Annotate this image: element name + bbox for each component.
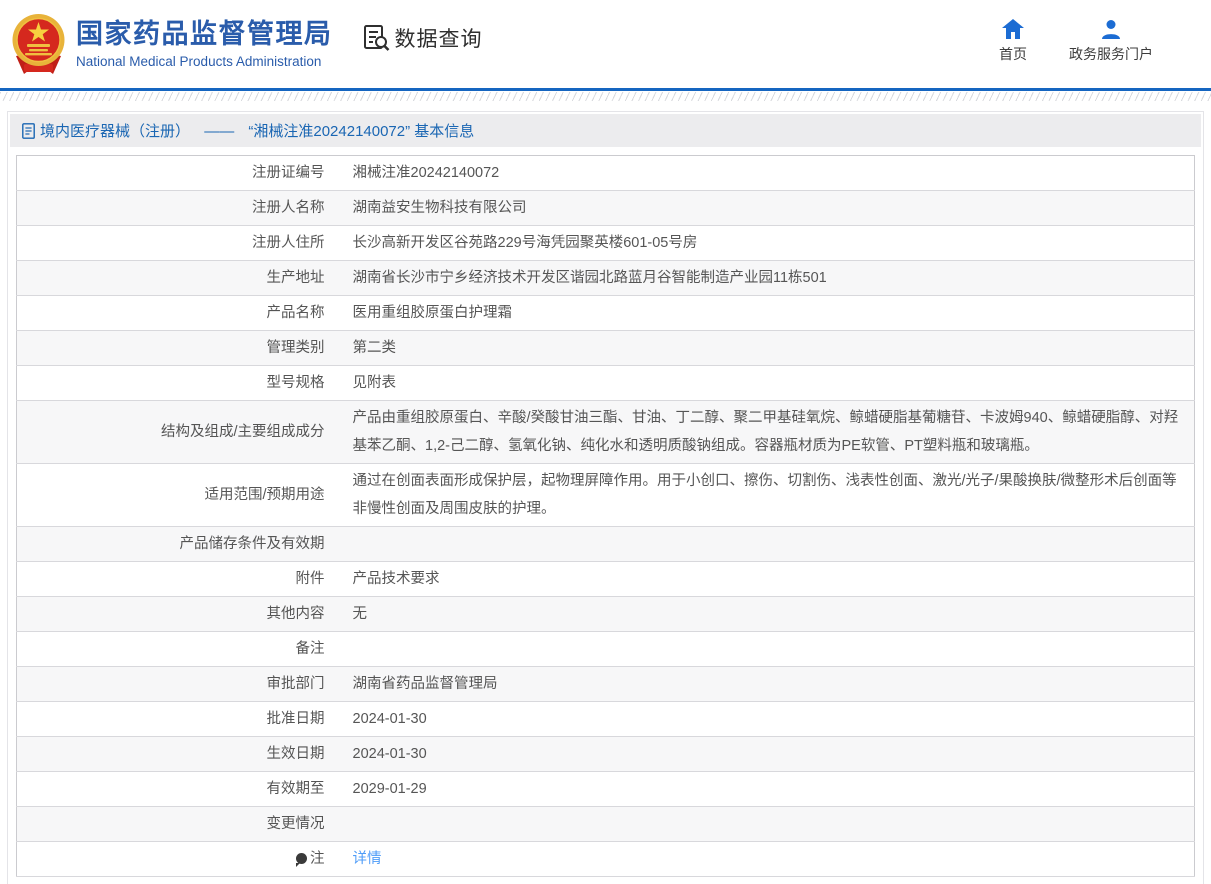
table-row: 变更情况: [16, 806, 1195, 842]
table-row: 批准日期 2024-01-30: [16, 702, 1195, 737]
page-header: 国家药品监督管理局 National Medical Products Admi…: [0, 0, 1211, 88]
table-row: 生效日期 2024-01-30: [16, 736, 1195, 772]
registration-info-table: 注册证编号 湘械注准20242140072 注册人名称 湖南益安生物科技有限公司…: [16, 155, 1195, 877]
main-container: 境内医疗器械（注册） —— “湘械注准20242140072” 基本信息 注册证…: [7, 111, 1204, 884]
row-label: 适用范围/预期用途: [204, 487, 325, 503]
row-value: 医用重组胶原蛋白护理霜: [352, 305, 513, 321]
org-title-block: 国家药品监督管理局 National Medical Products Admi…: [76, 19, 333, 68]
table-row: 注 详情: [16, 842, 1195, 877]
file-icon: [22, 122, 35, 139]
nav-item-home[interactable]: 首页: [999, 18, 1027, 64]
person-icon: [1102, 19, 1120, 39]
row-label: 结构及组成/主要组成成分: [160, 424, 325, 440]
breadcrumb-text: 境内医疗器械（注册） —— “湘械注准20242140072” 基本信息: [40, 120, 474, 141]
header-divider-line: [0, 88, 1211, 91]
row-value: 通过在创面表面形成保护层，起物理屏障作用。用于小创口、擦伤、切割伤、浅表性创面、…: [352, 473, 1177, 517]
table-row: 适用范围/预期用途 通过在创面表面形成保护层，起物理屏障作用。用于小创口、擦伤、…: [16, 464, 1195, 527]
row-value: 第二类: [352, 340, 397, 356]
row-label: 变更情况: [266, 816, 325, 832]
table-row: 产品名称 医用重组胶原蛋白护理霜: [16, 296, 1195, 331]
row-label: 审批部门: [266, 676, 325, 692]
row-label: 生产地址: [266, 270, 325, 286]
table-row: 附件 产品技术要求: [16, 562, 1195, 597]
row-label: 生效日期: [266, 746, 325, 762]
row-value: 产品技术要求: [352, 571, 440, 587]
site-title: 数据查询: [394, 28, 483, 51]
org-name-en: National Medical Products Administration: [76, 53, 322, 69]
table-row: 产品储存条件及有效期: [16, 526, 1195, 562]
table-row: 管理类别 第二类: [16, 330, 1195, 366]
site-section: 数据查询: [361, 23, 483, 53]
nav-item-portal[interactable]: 政务服务门户: [1069, 19, 1153, 64]
row-value: 湘械注准20242140072: [352, 165, 500, 181]
row-label: 产品名称: [266, 305, 325, 321]
row-value: 2029-01-29: [352, 781, 427, 797]
breadcrumb-separator: ——: [204, 123, 235, 140]
row-value: 无: [352, 606, 368, 622]
row-value: 湖南省药品监督管理局: [352, 676, 498, 692]
row-label: 批准日期: [266, 711, 325, 727]
registration-table-body: 注册证编号 湘械注准20242140072 注册人名称 湖南益安生物科技有限公司…: [16, 156, 1195, 877]
table-row: 其他内容 无: [16, 596, 1195, 632]
row-value: 产品由重组胶原蛋白、辛酸/癸酸甘油三酯、甘油、丁二醇、聚二甲基硅氧烷、鲸蜡硬脂基…: [352, 410, 1179, 454]
org-name-cn: 国家药品监督管理局: [76, 19, 333, 50]
nav-portal-label: 政务服务门户: [1069, 45, 1153, 62]
note-bulb-icon: [296, 853, 307, 867]
row-label: 有效期至: [266, 781, 325, 797]
breadcrumb-category[interactable]: 境内医疗器械（注册）: [40, 123, 190, 140]
national-emblem-logo: [12, 14, 65, 74]
row-value: 湖南省长沙市宁乡经济技术开发区谐园北路蓝月谷智能制造产业园11栋501: [352, 270, 827, 286]
table-row: 注册人名称 湖南益安生物科技有限公司: [16, 190, 1195, 226]
table-row: 型号规格 见附表: [16, 366, 1195, 401]
row-label: 其他内容: [266, 606, 325, 622]
row-value: 2024-01-30: [352, 746, 427, 762]
row-label: 注册人名称: [252, 200, 325, 216]
detail-link[interactable]: 详情: [353, 851, 382, 867]
table-row: 有效期至 2029-01-29: [16, 772, 1195, 807]
row-label: 备注: [295, 641, 325, 657]
row-value: 湖南益安生物科技有限公司: [352, 200, 527, 216]
row-label: 产品储存条件及有效期: [179, 536, 325, 552]
row-label: 管理类别: [266, 340, 325, 356]
table-row: 审批部门 湖南省药品监督管理局: [16, 666, 1195, 702]
row-value: 2024-01-30: [352, 711, 427, 727]
row-label: 注: [310, 851, 325, 867]
breadcrumb: 境内医疗器械（注册） —— “湘械注准20242140072” 基本信息: [10, 114, 1201, 147]
row-label: 注册人住所: [252, 235, 325, 251]
row-label: 型号规格: [266, 375, 325, 391]
table-row: 注册人住所 长沙高新开发区谷苑路229号海凭园聚英楼601-05号房: [16, 226, 1195, 261]
table-row: 生产地址 湖南省长沙市宁乡经济技术开发区谐园北路蓝月谷智能制造产业园11栋501: [16, 260, 1195, 296]
row-label: 附件: [295, 571, 325, 587]
nav-home-label: 首页: [999, 45, 1027, 62]
home-icon: [1002, 18, 1024, 39]
page-title: “湘械注准20242140072” 基本信息: [248, 123, 475, 140]
row-value: 长沙高新开发区谷苑路229号海凭园聚英楼601-05号房: [352, 235, 698, 251]
table-row: 注册证编号 湘械注准20242140072: [16, 156, 1195, 191]
table-row: 备注: [16, 632, 1195, 667]
row-value: 见附表: [352, 375, 397, 391]
table-row: 结构及组成/主要组成成分 产品由重组胶原蛋白、辛酸/癸酸甘油三酯、甘油、丁二醇、…: [16, 400, 1195, 464]
row-label: 注册证编号: [252, 165, 325, 181]
hatch-stripe-band: [0, 92, 1211, 101]
top-nav: 首页 政务服务门户: [999, 18, 1153, 64]
document-search-icon: [363, 25, 389, 51]
